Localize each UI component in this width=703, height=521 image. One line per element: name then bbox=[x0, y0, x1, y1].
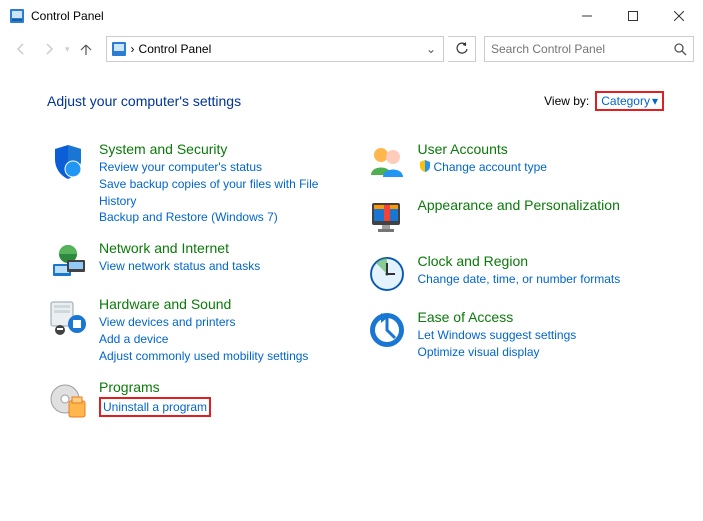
category-appearance: Appearance and Personalization bbox=[366, 197, 665, 239]
window-title: Control Panel bbox=[31, 9, 564, 23]
category-title[interactable]: Clock and Region bbox=[418, 253, 665, 269]
category-title[interactable]: Programs bbox=[99, 379, 346, 395]
search-input[interactable] bbox=[491, 42, 673, 56]
breadcrumb[interactable]: › Control Panel bbox=[131, 42, 417, 56]
category-link[interactable]: Uninstall a program bbox=[99, 397, 346, 418]
category-programs: Programs Uninstall a program bbox=[47, 379, 346, 421]
category-text: Programs Uninstall a program bbox=[99, 379, 346, 421]
appearance-icon bbox=[366, 197, 408, 239]
search-icon[interactable] bbox=[673, 42, 687, 56]
minimize-button[interactable] bbox=[564, 1, 610, 31]
address-dropdown-icon[interactable]: ⌄ bbox=[421, 42, 441, 56]
category-text: Clock and Region Change date, time, or nu… bbox=[418, 253, 665, 295]
category-link[interactable]: View devices and printers bbox=[99, 314, 346, 331]
category-text: Appearance and Personalization bbox=[418, 197, 665, 239]
category-text: User Accounts Change account type bbox=[418, 141, 665, 183]
hardware-icon bbox=[47, 296, 89, 338]
content-area: Adjust your computer's settings View by:… bbox=[1, 67, 702, 445]
titlebar: Control Panel bbox=[1, 1, 702, 31]
ease-icon bbox=[366, 309, 408, 351]
view-by-dropdown[interactable]: Category ▾ bbox=[595, 91, 664, 111]
navbar: ▾ › Control Panel ⌄ bbox=[1, 31, 702, 67]
category-title[interactable]: Network and Internet bbox=[99, 240, 346, 256]
view-by: View by: Category ▾ bbox=[544, 91, 664, 111]
category-link[interactable]: Add a device bbox=[99, 331, 346, 348]
breadcrumb-text: Control Panel bbox=[139, 42, 212, 56]
category-link[interactable]: View network status and tasks bbox=[99, 258, 346, 275]
category-network: Network and Internet View network status … bbox=[47, 240, 346, 282]
chevron-down-icon: ▾ bbox=[652, 94, 658, 108]
close-button[interactable] bbox=[656, 1, 702, 31]
category-text: Network and Internet View network status … bbox=[99, 240, 346, 282]
category-title[interactable]: System and Security bbox=[99, 141, 346, 157]
category-text: Hardware and Sound View devices and print… bbox=[99, 296, 346, 364]
category-hardware: Hardware and Sound View devices and print… bbox=[47, 296, 346, 364]
category-link[interactable]: Optimize visual display bbox=[418, 344, 665, 361]
category-shield: System and Security Review your computer'… bbox=[47, 141, 346, 226]
category-link[interactable]: Review your computer's status bbox=[99, 159, 346, 176]
category-title[interactable]: Appearance and Personalization bbox=[418, 197, 665, 213]
category-title[interactable]: User Accounts bbox=[418, 141, 665, 157]
category-link[interactable]: Let Windows suggest settings bbox=[418, 327, 665, 344]
category-text: Ease of Access Let Windows suggest settin… bbox=[418, 309, 665, 361]
forward-button[interactable] bbox=[37, 37, 61, 61]
refresh-button[interactable] bbox=[448, 36, 476, 62]
page-title: Adjust your computer's settings bbox=[47, 93, 241, 109]
back-button[interactable] bbox=[9, 37, 33, 61]
category-title[interactable]: Hardware and Sound bbox=[99, 296, 346, 312]
address-icon bbox=[111, 41, 127, 57]
clock-icon bbox=[366, 253, 408, 295]
category-title[interactable]: Ease of Access bbox=[418, 309, 665, 325]
category-users: User Accounts Change account type bbox=[366, 141, 665, 183]
maximize-button[interactable] bbox=[610, 1, 656, 31]
category-link[interactable]: Adjust commonly used mobility settings bbox=[99, 348, 346, 365]
left-column: System and Security Review your computer'… bbox=[47, 141, 346, 435]
category-link[interactable]: Change account type bbox=[418, 159, 665, 176]
category-clock: Clock and Region Change date, time, or nu… bbox=[366, 253, 665, 295]
search-box[interactable] bbox=[484, 36, 694, 62]
address-bar[interactable]: › Control Panel ⌄ bbox=[106, 36, 444, 62]
view-by-label: View by: bbox=[544, 94, 589, 108]
control-panel-icon bbox=[9, 8, 25, 24]
category-columns: System and Security Review your computer'… bbox=[47, 141, 664, 435]
history-dropdown-icon[interactable]: ▾ bbox=[65, 44, 70, 55]
view-by-value: Category bbox=[601, 94, 650, 108]
category-link[interactable]: Backup and Restore (Windows 7) bbox=[99, 209, 346, 226]
programs-icon bbox=[47, 379, 89, 421]
shield-icon bbox=[47, 141, 89, 183]
breadcrumb-sep: › bbox=[131, 42, 135, 56]
category-link[interactable]: Change date, time, or number formats bbox=[418, 271, 665, 288]
up-button[interactable] bbox=[74, 37, 98, 61]
category-text: System and Security Review your computer'… bbox=[99, 141, 346, 226]
users-icon bbox=[366, 141, 408, 183]
category-ease: Ease of Access Let Windows suggest settin… bbox=[366, 309, 665, 361]
right-column: User Accounts Change account type Appearan… bbox=[366, 141, 665, 435]
content-header: Adjust your computer's settings View by:… bbox=[47, 91, 664, 111]
category-link[interactable]: Save backup copies of your files with Fi… bbox=[99, 176, 346, 210]
network-icon bbox=[47, 240, 89, 282]
